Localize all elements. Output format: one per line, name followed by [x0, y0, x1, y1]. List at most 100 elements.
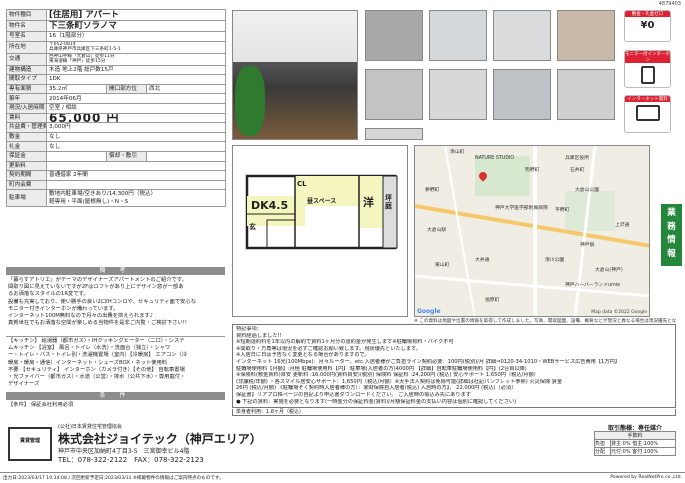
info-row: 建物構造 木造 地上2階 総戸数15戸	[6, 64, 227, 76]
info-row: 専有面積 35.2㎡ 開口部方位 西北	[6, 83, 227, 95]
info-row: 駐車場 敷地内駐車場/空きあり/14,300円（税込） 軽専用・平面(屋根無し)・N…	[6, 189, 227, 208]
remarks-line: 特記事項：	[236, 326, 262, 332]
fee-row: 負担 貸主:0% 借主:100%	[594, 439, 676, 448]
remarks-line: インターネット 16光(100Mbps)：月々ルーター、etc.入居者様がご負担…	[236, 358, 620, 365]
conditions-text: 【条件】 保証会社利用必須	[8, 402, 74, 408]
map-label: 熊野町	[525, 168, 540, 173]
map-label: NATURE STUDIO	[475, 156, 515, 161]
info-key: 更新料	[6, 160, 47, 172]
floorplan: CL DK4.5 昼スペース 洋 坪庭 玄	[232, 145, 408, 317]
sidebar-tab-business-info[interactable]: 業務情報	[661, 204, 682, 266]
info-key: 交通	[6, 52, 47, 66]
property-id: 4879403	[658, 1, 681, 7]
bikou-line: モニター付きインターホンが備わっています。	[8, 305, 119, 312]
info-value: 空室 / 相談	[45, 102, 227, 114]
photo-3	[493, 10, 551, 61]
info-row: 現況/入居時期 空室 / 相談	[6, 102, 227, 114]
info-row: 物件種目 [住居用] アパート	[6, 9, 227, 21]
info-row: 賃料 65,000 円	[6, 112, 227, 124]
info-value: 普通借家 2年間	[45, 170, 227, 181]
info-value: 16（1階部分）	[45, 31, 227, 42]
fee-row: 分配 元付:0% 客付:100%	[594, 447, 676, 456]
footer-divider	[0, 472, 685, 473]
map-label: 東山町	[435, 263, 450, 268]
map-label: 石井町	[570, 168, 585, 173]
info-value: 敷地内駐車場/空きあり/14,300円（税込） 軽専用・平面(屋根無し)・N・S	[45, 189, 227, 208]
map-label: 平野町	[555, 208, 570, 213]
info-value: 1DK	[45, 74, 227, 85]
remarks-line: ※短期違約料を1年以内の解約で賃料1ヶ月分の違約金が発生します※駐輪場有料・バイ…	[236, 339, 454, 346]
remarks-section-title: 備 考	[6, 267, 225, 275]
info-row: 物件名 下三条町ソラノマ	[6, 20, 227, 32]
info-key: 共益費・管理費	[6, 122, 47, 133]
info-value: 65,000 円	[45, 112, 227, 124]
info-key-2: 償却・敷引	[106, 150, 147, 162]
info-row: 保証金 償却・敷引	[6, 150, 227, 162]
remarks-line: 保証書】リアプロ株ページの自記より申込書ダウンロードください。 ご入居時の振込み…	[236, 391, 471, 398]
info-row: 築年 2014年06月	[6, 93, 227, 104]
info-key: 敷金	[6, 131, 47, 143]
info-value: 35.2㎡	[46, 83, 107, 95]
info-value: 2014年06月	[45, 93, 227, 104]
map[interactable]: 湊山町 NATURE STUDIO 兵庫区役所 石井町 熊野町 大倉山公園 神戸大学医学部附…	[414, 145, 650, 317]
info-key: 専有面積	[6, 83, 47, 95]
info-value: 〒652-0814 兵庫県神戸市兵庫区下三条町1-5-1	[45, 40, 227, 54]
info-row: 所在地 〒652-0814 兵庫県神戸市兵庫区下三条町1-5-1	[6, 40, 227, 54]
info-key: 間取タイプ	[6, 74, 47, 85]
info-key: 所在地	[6, 40, 47, 54]
photo-5	[365, 69, 423, 120]
remarks-line: (非課税/年額) ・各スマイル居安心サポート：1,650円（税込/月額）※大手法…	[236, 378, 563, 385]
conditions-section-title: 条 件	[6, 392, 225, 400]
remarks-line: 駐輪場使用料【月額】:月極 駐輪場使用料【円】:駐車場(入居者の方)4000円 …	[236, 365, 527, 372]
info-value: [住居用] アパート	[45, 9, 227, 21]
info-row: 共益費・管理費 3,000円	[6, 122, 227, 133]
info-key: 現況/入居時期	[6, 102, 47, 114]
info-value-2: 西北	[145, 83, 227, 95]
photo-7	[493, 69, 551, 120]
laptop-icon	[635, 105, 660, 121]
company-contact: TEL：078-322-2122 FAX：078-322-2123	[58, 456, 204, 464]
remarks-line: ※保険料(敷金賃料)目安 更新料 :16,000円(賃料目安)(税別) 保険料 …	[236, 372, 539, 379]
google-logo: Google	[417, 308, 441, 315]
info-key: 賃料	[6, 112, 47, 124]
info-key-2: 開口部方位	[106, 83, 147, 95]
badge-zero-deposit: 敷金・礼金ゼロ ¥0	[624, 10, 671, 42]
exterior-photo	[232, 10, 358, 140]
info-row: 号室名 16（1階部分）	[6, 31, 227, 42]
info-value: 西神山手線「大倉山」徒歩11分 東海道線「神戸」徒歩15分	[45, 52, 227, 66]
info-value: 下三条町ソラノマ	[45, 20, 227, 32]
info-value: なし	[45, 141, 227, 152]
photo-1	[365, 10, 423, 61]
equip-line: ー・トイレ・バス・トイレ別・洗濯機置場（室内）【冷暖房】 エアコン（冷	[8, 352, 188, 359]
info-row: 敷金 なし	[6, 131, 227, 143]
info-key: 町内会費	[6, 179, 47, 191]
map-label: 大倉山公園	[575, 188, 599, 193]
info-key: 物件種目	[6, 9, 47, 21]
info-value-2	[145, 150, 227, 162]
info-row: 町内会費	[6, 179, 227, 191]
map-label: 湊川公園	[545, 258, 565, 263]
info-row: 礼金 なし	[6, 141, 227, 152]
info-value	[46, 150, 107, 162]
special-notes: 特記事項： 資料経過しました!! ※短期違約料を1年以内の解約で賃料1ヶ月分の違約金…	[232, 324, 676, 408]
info-value: なし	[45, 131, 227, 143]
equip-line: 暖房・暖房・通信）インターネット・シューズBOX・ネット使用料	[8, 359, 168, 366]
equip-line: 不要 【セキュリティ】 インターホン（カメラ付き）【その他】 自転車置場	[8, 366, 185, 373]
map-label: 兵庫区役所	[565, 156, 589, 161]
info-row: 契約期間 普通借家 2年間	[6, 170, 227, 181]
info-key: 保証金	[6, 150, 47, 162]
info-value	[45, 160, 227, 172]
property-info-table: 物件種目 [住居用] アパート 物件名 下三条町ソラノマ 号室名 16（1階部分） 所在地〒…	[6, 9, 227, 208]
move-in-note: 単身者利用：1.8ヶ月（税込）	[232, 409, 676, 416]
badge-monitor-intercom: モニター付インターホン	[624, 50, 671, 88]
map-label: 湊山町	[450, 150, 465, 155]
info-key: 築年	[6, 93, 47, 104]
photo-2	[429, 10, 487, 61]
map-label: 神戸ハーバーランドumie	[565, 283, 621, 288]
photo-8	[557, 69, 615, 120]
info-key: 物件名	[6, 20, 47, 32]
remarks-line: ● 下記の賃料：実施を必要となります(一時金分の保証料金(賃料)/月額保証料金の…	[236, 398, 517, 405]
map-label: 夢野町	[425, 188, 440, 193]
company-logo: 賃貸管理	[8, 427, 52, 461]
info-value	[45, 179, 227, 191]
